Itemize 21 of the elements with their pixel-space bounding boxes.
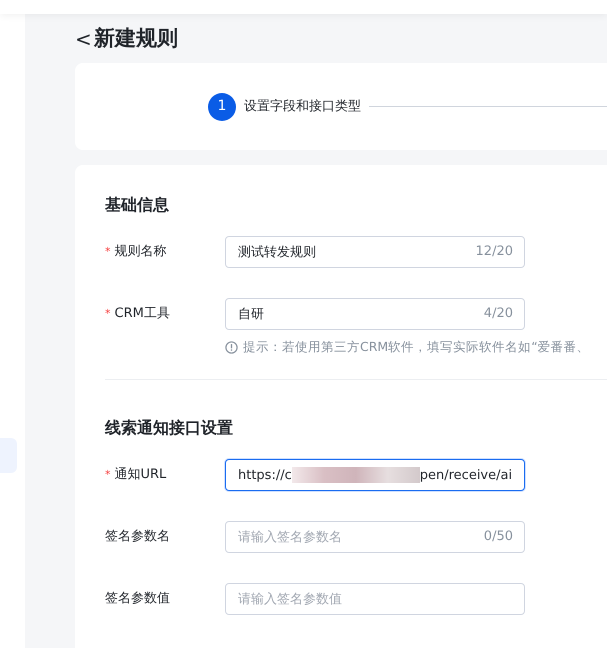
hint-text: 提示：若使用第三方CRM软件，填写实际软件名如“爱番番、: [243, 338, 590, 356]
url-field[interactable]: https://c pen/receive/ai: [225, 459, 525, 492]
field-label: 规则名称: [114, 244, 166, 260]
required-mark: *: [105, 245, 110, 258]
character-count: 4/20: [484, 305, 513, 324]
input-field[interactable]: 请输入签名参数值: [225, 583, 525, 616]
field-label: CRM工具: [114, 306, 170, 322]
field-label: 通知URL: [114, 467, 166, 482]
required-mark: *: [105, 468, 110, 482]
step-label: 设置字段和接口类型: [244, 98, 361, 116]
page-title: 新建规则: [94, 26, 178, 52]
character-count: 12/20: [476, 243, 513, 262]
field-label: 签名参数值: [105, 591, 170, 606]
section-title: 线索通知接口设置: [105, 418, 234, 438]
step-number: 1: [208, 92, 236, 121]
required-mark: *: [105, 307, 110, 320]
character-count: 0/50: [484, 528, 513, 546]
back-button[interactable]: <: [75, 28, 94, 49]
info-icon: [225, 341, 238, 354]
field-label: 签名参数名: [105, 529, 170, 544]
section-title: 基础信息: [105, 195, 170, 214]
